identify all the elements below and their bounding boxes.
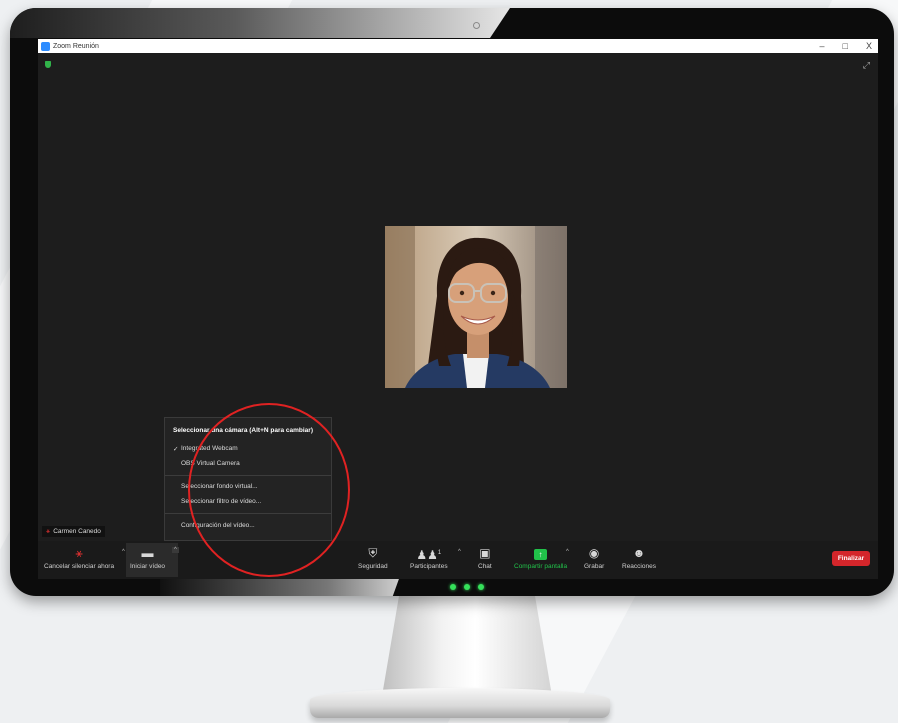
close-button[interactable]: X [866,41,872,51]
security-button[interactable]: ⛨ Seguridad [358,545,388,570]
maximize-button[interactable]: □ [843,41,848,51]
monitor-stand-base [310,688,610,718]
bezel-glare [10,8,510,38]
record-button[interactable]: ◉ Grabar [584,545,604,570]
encryption-shield-icon[interactable] [45,61,51,68]
share-screen-button[interactable]: ↑ Compartir pantalla [514,545,567,570]
share-options-chevron-icon[interactable]: ^ [566,549,569,555]
chat-bubble-icon: ▣ [479,546,491,560]
status-leds [450,584,484,590]
participants-icon: ♟♟1 [416,548,442,562]
participant-name: Carmen Canedo [53,528,101,535]
muted-mic-icon: ⚹ [46,527,51,535]
video-off-icon: ▬ [141,546,154,560]
monitor: Zoom Reunión – □ X ⤢ Seleccionar una cám… [10,8,894,596]
zoom-logo-icon [41,41,50,51]
webcam-dot [473,22,480,29]
participant-video-tile [385,226,567,388]
participants-options-chevron-icon[interactable]: ^ [458,549,461,555]
reactions-button[interactable]: ☻ Reacciones [622,545,656,570]
fullscreen-icon[interactable]: ⤢ [863,60,870,71]
participant-photo [385,226,567,388]
end-meeting-button[interactable]: Finalizar [832,551,870,566]
highlight-circle-annotation [188,403,350,577]
reactions-emoji-icon: ☻ [632,546,646,560]
meeting-toolbar: ⚹ Cancelar silenciar ahora ^ ▬ Iniciar v… [38,541,878,579]
led-icon [478,584,484,590]
participants-button[interactable]: ♟♟1 Participantes [410,545,448,570]
led-icon [450,584,456,590]
led-icon [464,584,470,590]
record-icon: ◉ [588,546,600,560]
title-bar: Zoom Reunión – □ X [38,39,878,53]
chat-button[interactable]: ▣ Chat [478,545,492,570]
audio-options-chevron-icon[interactable]: ^ [122,549,125,555]
participants-count: 1 [437,550,442,556]
window-controls: – □ X [820,39,872,53]
window-title: Zoom Reunión [53,42,99,50]
bezel-glare [160,576,400,596]
checkmark-icon: ✓ [173,446,179,453]
shield-icon: ⛨ [368,546,378,560]
share-screen-icon: ↑ [514,545,567,561]
unmute-button[interactable]: ⚹ Cancelar silenciar ahora [44,545,114,570]
monitor-stand-neck [382,596,552,696]
start-video-button[interactable]: ▬ Iniciar vídeo [130,545,165,570]
participant-name-tag: ⚹ Carmen Canedo [42,526,105,537]
muted-microphone-icon: ⚹ [75,546,83,560]
minimize-button[interactable]: – [820,41,825,51]
zoom-window: Zoom Reunión – □ X ⤢ Seleccionar una cám… [38,39,878,579]
video-options-chevron-icon[interactable]: ^ [172,547,179,553]
